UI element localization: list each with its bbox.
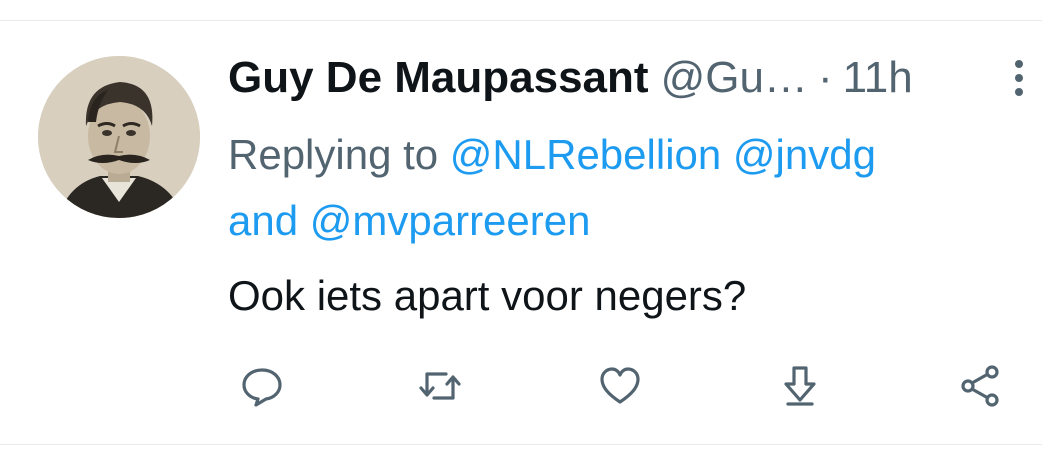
- speech-bubble-icon: [242, 368, 282, 407]
- replying-to-line: Replying to @NLRebellion @jnvdg and @mvp…: [228, 122, 1018, 254]
- like-button[interactable]: [594, 360, 646, 412]
- download-button[interactable]: [774, 360, 826, 412]
- mention-link[interactable]: @NLRebellion: [450, 131, 721, 178]
- author-handle[interactable]: @Gu…: [661, 53, 808, 102]
- download-icon: [784, 366, 816, 406]
- bottom-divider: [0, 444, 1042, 445]
- mention-link[interactable]: @mvparreeren: [310, 197, 591, 244]
- tweet-timestamp[interactable]: 11h: [843, 53, 913, 102]
- avatar-portrait-image: [38, 56, 200, 218]
- tweet-text: Ook iets apart voor negers?: [228, 272, 747, 319]
- avatar[interactable]: [38, 56, 200, 218]
- author-display-name[interactable]: Guy De Maupassant: [228, 53, 649, 102]
- reply-button[interactable]: [236, 360, 288, 412]
- retweet-button[interactable]: [414, 360, 466, 412]
- share-icon: [961, 365, 999, 407]
- tweet-header: Guy De Maupassant @Gu… · 11h: [228, 52, 1028, 104]
- more-options-icon[interactable]: [1012, 58, 1026, 98]
- separator-dot: ·: [817, 53, 833, 102]
- mention-link[interactable]: @jnvdg: [733, 131, 876, 178]
- share-button[interactable]: [954, 360, 1006, 412]
- top-divider: [0, 20, 1042, 21]
- retweet-icon: [419, 372, 461, 400]
- replying-to-label: Replying to: [228, 131, 439, 178]
- tweet-card[interactable]: Guy De Maupassant @Gu… · 11h Replying to @N…: [0, 0, 1042, 460]
- mention-conjunction: and: [228, 197, 299, 244]
- heart-icon: [600, 367, 640, 404]
